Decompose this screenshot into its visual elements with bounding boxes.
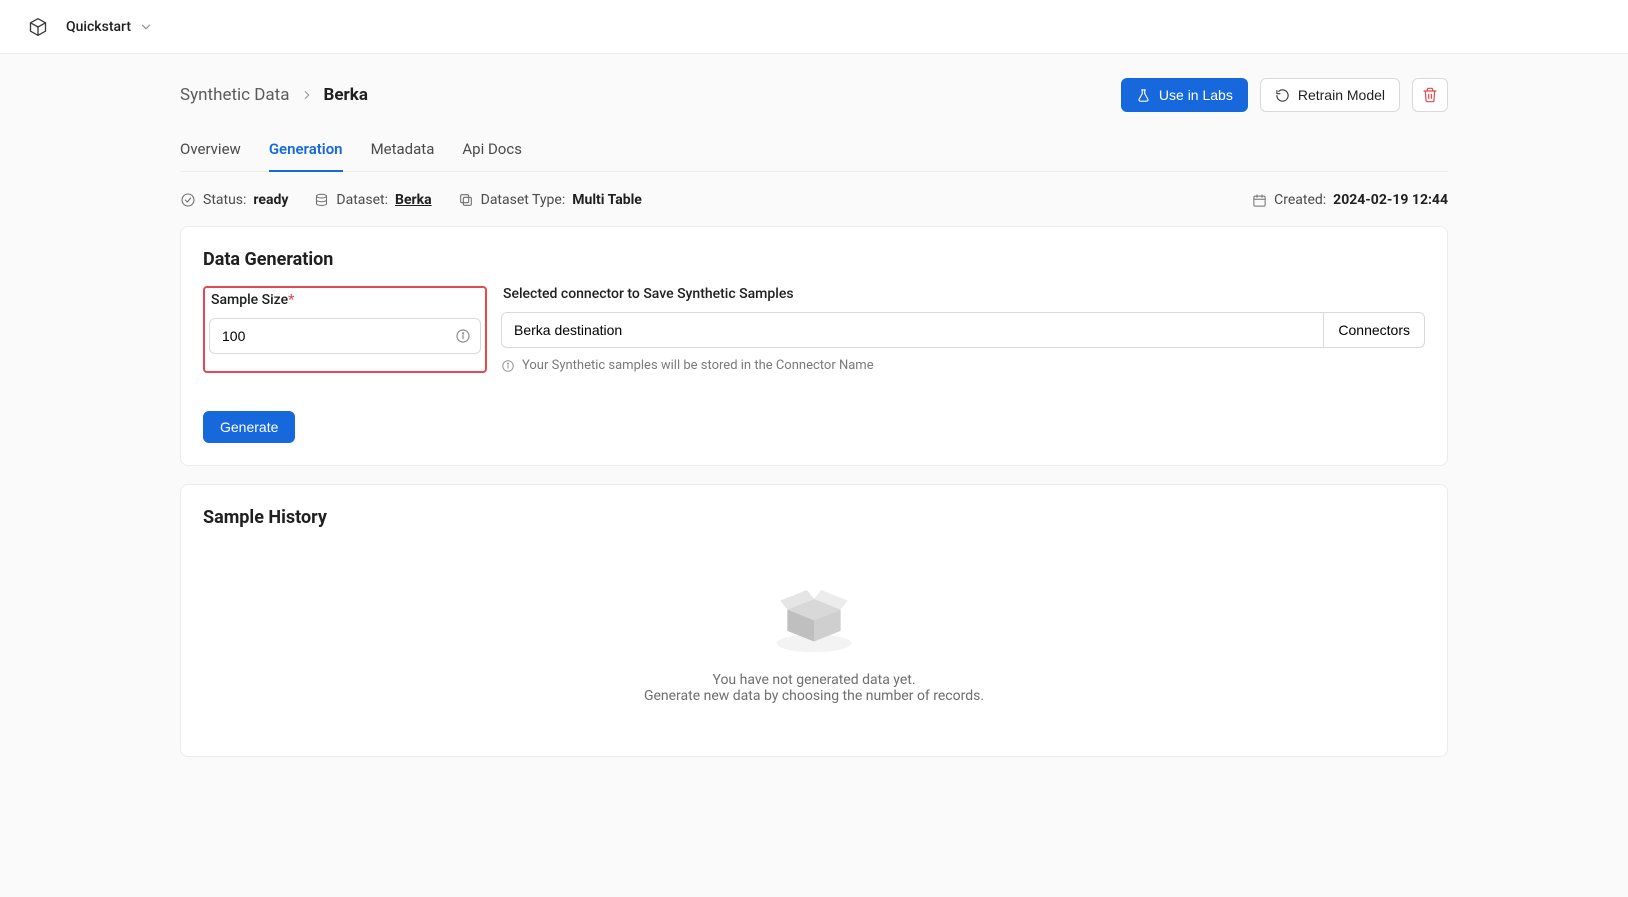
status-bar: Status: ready Dataset: Berka Dataset Typ…: [180, 186, 1448, 226]
dataset-value[interactable]: Berka: [395, 192, 432, 208]
status-value: ready: [253, 192, 288, 208]
status-item-created: Created: 2024-02-19 12:44: [1252, 192, 1448, 208]
quickstart-dropdown[interactable]: Quickstart: [28, 17, 153, 37]
tab-api-docs[interactable]: Api Docs: [462, 134, 522, 172]
status-icon: [180, 192, 196, 208]
use-in-labs-label: Use in Labs: [1159, 87, 1233, 103]
breadcrumb-root[interactable]: Synthetic Data: [180, 85, 290, 105]
connectors-button[interactable]: Connectors: [1323, 312, 1425, 348]
status-label: Status:: [203, 192, 246, 208]
cube-icon: [28, 17, 48, 37]
trash-icon: [1422, 87, 1438, 103]
info-circle-icon: [501, 359, 515, 373]
header-actions: Use in Labs Retrain Model: [1121, 78, 1448, 112]
retrain-model-button[interactable]: Retrain Model: [1260, 78, 1400, 112]
generate-button[interactable]: Generate: [203, 411, 295, 443]
empty-line-2: Generate new data by choosing the number…: [644, 688, 984, 704]
required-asterisk: *: [288, 292, 294, 308]
status-item-dataset: Dataset: Berka: [314, 192, 431, 208]
status-item-dataset-type: Dataset Type: Multi Table: [458, 192, 642, 208]
card-data-generation-title: Data Generation: [203, 249, 1425, 270]
dataset-type-value: Multi Table: [572, 192, 642, 208]
connector-input[interactable]: [501, 312, 1323, 348]
page: Synthetic Data Berka Use in Labs: [0, 54, 1628, 897]
breadcrumb-current: Berka: [324, 85, 368, 105]
tab-generation[interactable]: Generation: [269, 134, 343, 172]
tabs: Overview Generation Metadata Api Docs: [180, 134, 1448, 172]
status-item-status: Status: ready: [180, 192, 288, 208]
database-icon: [314, 193, 329, 208]
field-sample-size: Sample Size*: [203, 286, 487, 373]
sample-size-input[interactable]: [209, 318, 481, 354]
created-label: Created:: [1274, 192, 1326, 208]
field-connector: Selected connector to Save Synthetic Sam…: [501, 286, 1425, 373]
connector-helper-text: Your Synthetic samples will be stored in…: [522, 358, 874, 373]
created-value: 2024-02-19 12:44: [1333, 192, 1448, 208]
info-circle-icon[interactable]: [455, 328, 471, 344]
retrain-model-label: Retrain Model: [1298, 87, 1385, 103]
chevron-right-icon: [300, 88, 314, 102]
dataset-type-label: Dataset Type:: [481, 192, 566, 208]
empty-box-icon: [769, 574, 859, 654]
use-in-labs-button[interactable]: Use in Labs: [1121, 78, 1248, 112]
copy-icon: [458, 192, 474, 208]
quickstart-label: Quickstart: [66, 19, 131, 35]
top-bar: Quickstart: [0, 0, 1628, 54]
tab-metadata[interactable]: Metadata: [371, 134, 435, 172]
dataset-label: Dataset:: [336, 192, 388, 208]
tab-overview[interactable]: Overview: [180, 134, 241, 172]
connector-label: Selected connector to Save Synthetic Sam…: [501, 286, 1425, 302]
refresh-icon: [1275, 88, 1290, 103]
empty-state: You have not generated data yet. Generat…: [203, 544, 1425, 734]
card-sample-history-title: Sample History: [203, 507, 1425, 528]
empty-line-1: You have not generated data yet.: [712, 672, 915, 688]
calendar-icon: [1252, 193, 1267, 208]
sample-size-label: Sample Size: [211, 292, 288, 308]
breadcrumb: Synthetic Data Berka: [180, 85, 368, 105]
delete-button[interactable]: [1412, 78, 1448, 112]
card-data-generation: Data Generation Sample Size* Selected co…: [180, 226, 1448, 466]
chevron-down-icon: [139, 20, 153, 34]
flask-icon: [1136, 88, 1151, 103]
page-header: Synthetic Data Berka Use in Labs: [180, 78, 1448, 112]
card-sample-history: Sample History You have not generated da…: [180, 484, 1448, 757]
